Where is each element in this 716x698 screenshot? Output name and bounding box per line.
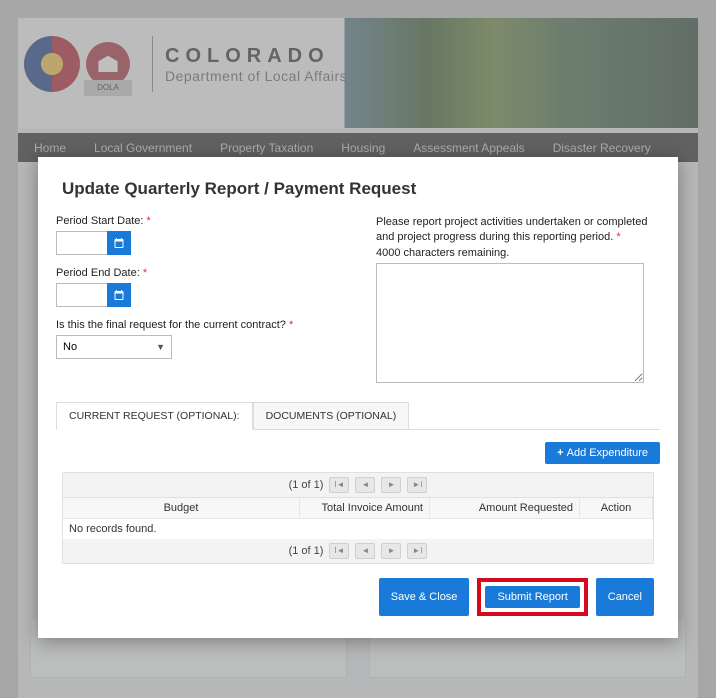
col-total-invoice: Total Invoice Amount — [300, 498, 430, 518]
add-expenditure-button[interactable]: Add Expenditure — [545, 442, 660, 464]
period-end-calendar-button[interactable] — [107, 283, 131, 307]
period-start-label: Period Start Date: * — [56, 215, 356, 227]
pager-top-text: (1 of 1) — [289, 479, 324, 491]
period-start-calendar-button[interactable] — [107, 231, 131, 255]
pager-first-icon[interactable]: I◄ — [329, 477, 349, 493]
col-amount-requested: Amount Requested — [430, 498, 580, 518]
submit-report-button[interactable]: Submit Report — [485, 586, 579, 608]
final-request-label: Is this the final request for the curren… — [56, 319, 356, 331]
pager-last-icon[interactable]: ►I — [407, 477, 427, 493]
pager-prev-icon[interactable]: ◄ — [355, 543, 375, 559]
grid-header-row: Budget Total Invoice Amount Amount Reque… — [63, 497, 653, 518]
calendar-icon — [113, 289, 125, 301]
tab-documents[interactable]: DOCUMENTS (OPTIONAL) — [253, 402, 410, 429]
tab-current-request[interactable]: CURRENT REQUEST (OPTIONAL): — [56, 402, 253, 430]
footer-button-row: Save & Close Submit Report Cancel — [50, 564, 666, 616]
expenditure-grid: (1 of 1) I◄ ◄ ► ►I Budget Total Invoice … — [62, 472, 654, 564]
modal-title: Update Quarterly Report / Payment Reques… — [50, 175, 666, 215]
cancel-button[interactable]: Cancel — [596, 578, 654, 616]
period-end-label: Period End Date: * — [56, 267, 356, 279]
chars-remaining: 4000 characters remaining. — [376, 247, 660, 259]
tab-bar: CURRENT REQUEST (OPTIONAL): DOCUMENTS (O… — [56, 402, 660, 430]
pager-last-icon[interactable]: ►I — [407, 543, 427, 559]
activities-instruction: Please report project activities underta… — [376, 215, 660, 245]
save-close-button[interactable]: Save & Close — [379, 578, 470, 616]
pager-bottom-text: (1 of 1) — [289, 545, 324, 557]
pager-prev-icon[interactable]: ◄ — [355, 477, 375, 493]
pager-top: (1 of 1) I◄ ◄ ► ►I — [63, 473, 653, 497]
final-request-select[interactable]: No ▼ — [56, 335, 172, 359]
pager-next-icon[interactable]: ► — [381, 477, 401, 493]
pager-next-icon[interactable]: ► — [381, 543, 401, 559]
calendar-icon — [113, 237, 125, 249]
col-budget: Budget — [63, 498, 300, 518]
period-start-input[interactable] — [56, 231, 108, 255]
submit-highlight-box: Submit Report — [477, 578, 587, 616]
pager-bottom: (1 of 1) I◄ ◄ ► ►I — [63, 539, 653, 563]
modal-dialog: Update Quarterly Report / Payment Reques… — [38, 157, 678, 638]
chevron-down-icon: ▼ — [156, 342, 165, 352]
grid-empty-message: No records found. — [63, 518, 653, 539]
final-request-value: No — [63, 341, 77, 353]
activities-textarea[interactable] — [376, 263, 644, 383]
period-end-input[interactable] — [56, 283, 108, 307]
col-action: Action — [580, 498, 653, 518]
pager-first-icon[interactable]: I◄ — [329, 543, 349, 559]
